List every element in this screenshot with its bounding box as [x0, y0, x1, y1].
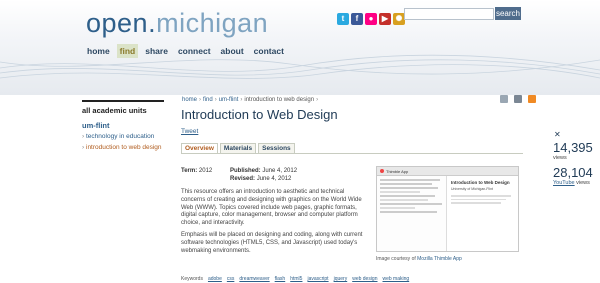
keywords: Keywords adobe css dreamweaver flash html5 ja… [181, 276, 409, 282]
breadcrumb-home[interactable]: home [182, 97, 197, 103]
search-input[interactable] [404, 8, 494, 20]
keyword-link[interactable]: web design [352, 276, 377, 282]
youtube-link[interactable]: YouTube [553, 180, 575, 186]
breadcrumb-separator: › [199, 97, 202, 103]
keyword-link[interactable]: html5 [290, 276, 302, 282]
breadcrumb-separator: › [316, 97, 319, 103]
breadcrumb-um-flint[interactable]: um-flint [219, 97, 239, 103]
sidebar: all academic units um-flint technology i… [82, 100, 164, 156]
breadcrumb-separator: › [214, 97, 217, 103]
thumb-panes: Introduction to Web Design University of… [377, 176, 518, 251]
term-label: Term: [181, 168, 198, 174]
nav-connect[interactable]: connect [175, 44, 214, 58]
thumb-preview-pane: Introduction to Web Design University of… [447, 176, 518, 251]
rss-icon[interactable] [528, 95, 536, 103]
view-count-2: 28,104 YouTube views [553, 165, 593, 187]
breadcrumb-current: introduction to web design [244, 97, 315, 103]
caption-link[interactable]: Mozilla Thimble App [417, 256, 462, 262]
view-count-number: 28,104 [553, 165, 593, 180]
search-button[interactable]: search [495, 7, 521, 20]
description: This resource offers an introduction to … [181, 189, 369, 259]
term-value: 2012 [198, 168, 213, 174]
page-tools [500, 95, 536, 103]
view-count-label: YouTube views [553, 180, 593, 186]
description-paragraph: Emphasis will be placed on designing and… [181, 231, 363, 254]
keyword-link[interactable]: jquery [334, 276, 348, 282]
main-nav: home find share connect about contact [84, 44, 291, 58]
nav-home[interactable]: home [84, 44, 113, 58]
keyword-link[interactable]: dreamweaver [239, 276, 269, 282]
breadcrumb-find[interactable]: find [203, 97, 213, 103]
thumb-code-pane [377, 176, 447, 251]
tab-divider [181, 153, 523, 154]
sidebar-unit[interactable]: um-flint [82, 121, 164, 130]
sidebar-item-introduction-to-web-design[interactable]: introduction to web design [82, 144, 164, 152]
view-count-1: 14,395 views [553, 140, 593, 162]
keyword-link[interactable]: css [227, 276, 235, 282]
tweet-button[interactable]: Tweet [181, 128, 198, 135]
image-caption: Image courtesy of Mozilla Thimble App [376, 256, 462, 262]
revised-label: Revised: [230, 175, 256, 182]
thumb-subheading: University of Michigan-Flint [451, 187, 494, 191]
view-count-suffix: views [576, 180, 590, 186]
social-links: t f ● ▶ ✺ [337, 13, 405, 25]
email-icon[interactable] [500, 95, 508, 103]
pointer-cursor-icon: ✕ [554, 130, 561, 139]
caption-prefix: Image courtesy of [376, 256, 416, 262]
youtube-icon[interactable]: ▶ [379, 13, 391, 25]
logo-text-open: open. [86, 8, 157, 38]
thumb-logo-icon [380, 169, 384, 173]
revised-value: June 4, 2012 [256, 175, 292, 182]
course-screenshot-image[interactable]: Thimble App Introduction to Web Design U… [376, 166, 519, 252]
dates-info: Published: June 4, 2012 Revised: June 4,… [230, 168, 297, 183]
thumb-titlebar: Thimble App [377, 167, 518, 176]
nav-find[interactable]: find [116, 44, 139, 58]
thumb-title: Thimble App [386, 168, 409, 174]
breadcrumb: home › find › um-flint › introduction to we… [182, 97, 318, 103]
published-value: June 4, 2012 [262, 168, 298, 174]
flickr-icon[interactable]: ● [365, 13, 377, 25]
nav-contact[interactable]: contact [251, 44, 287, 58]
logo-text-michigan: michigan [156, 8, 269, 38]
term-info: Term: 2012 [181, 168, 212, 176]
published-label: Published: [230, 168, 261, 174]
keywords-label: Keywords [181, 276, 203, 282]
keyword-link[interactable]: flash [275, 276, 286, 282]
sidebar-item-technology-in-education[interactable]: technology in education [82, 133, 164, 141]
sidebar-title[interactable]: all academic units [82, 106, 164, 115]
print-icon[interactable] [514, 95, 522, 103]
nav-about[interactable]: about [218, 44, 247, 58]
description-paragraph: This resource offers an introduction to … [181, 189, 362, 227]
view-count-label: views [553, 155, 567, 161]
site-logo[interactable]: open.michigan [86, 6, 268, 40]
breadcrumb-separator: › [240, 97, 243, 103]
page-title: Introduction to Web Design [181, 107, 338, 122]
facebook-icon[interactable]: f [351, 13, 363, 25]
keyword-link[interactable]: web making [383, 276, 410, 282]
keyword-link[interactable]: adobe [208, 276, 222, 282]
keyword-link[interactable]: javascript [307, 276, 328, 282]
twitter-icon[interactable]: t [337, 13, 349, 25]
nav-share[interactable]: share [142, 44, 171, 58]
thumb-heading: Introduction to Web Design [451, 180, 510, 185]
view-count-number: 14,395 [553, 140, 593, 155]
